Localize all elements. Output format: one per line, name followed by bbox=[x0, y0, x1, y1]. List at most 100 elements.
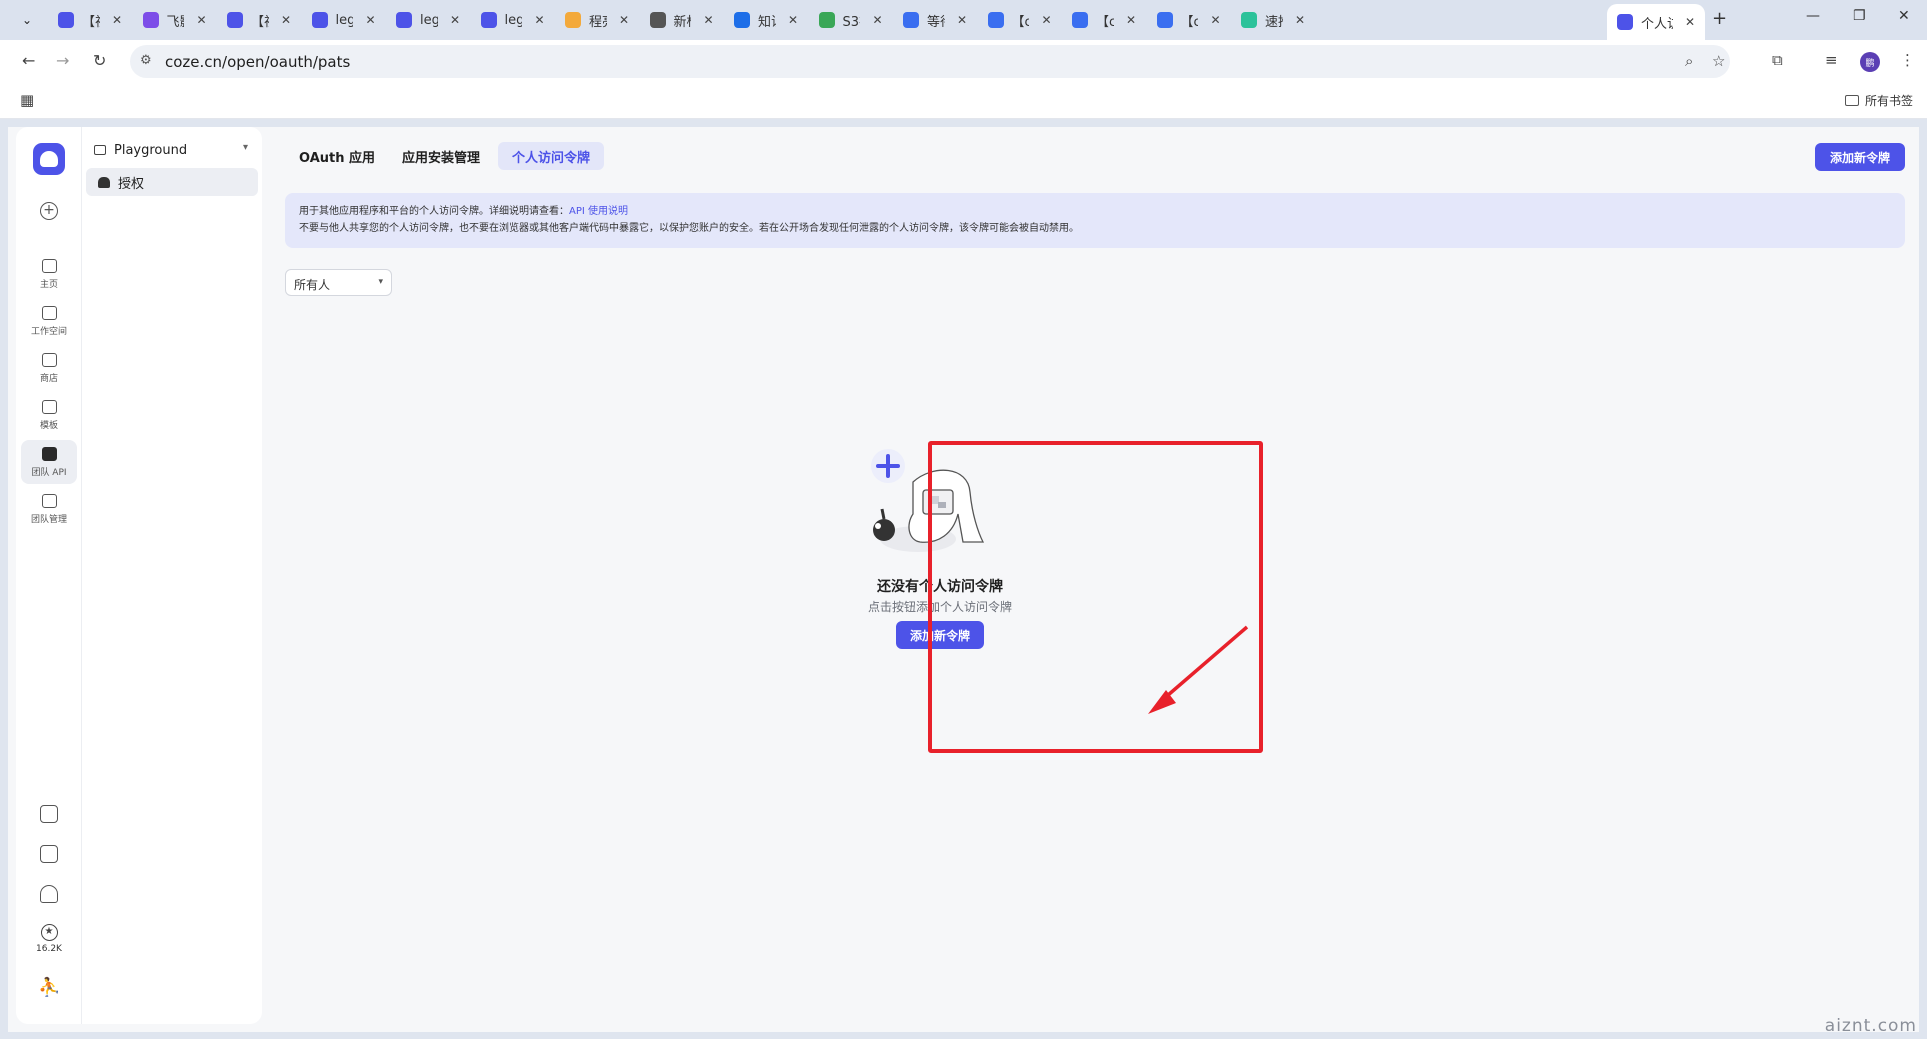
workspace-icon bbox=[41, 305, 57, 320]
browser-tab[interactable]: legen ✕ bbox=[302, 6, 386, 34]
coze-logo[interactable] bbox=[33, 143, 65, 175]
back-icon[interactable]: ← bbox=[22, 51, 35, 70]
browser-tab[interactable]: S3视频 ✕ bbox=[809, 6, 893, 34]
rail-item-home[interactable]: 主页 bbox=[21, 252, 77, 296]
highlight-box bbox=[928, 441, 1263, 753]
apps-icon[interactable] bbox=[40, 805, 58, 823]
rail-item-store[interactable]: 商店 bbox=[21, 346, 77, 390]
tab-title: 等待状 bbox=[927, 14, 945, 30]
close-tab-icon[interactable]: ✕ bbox=[1295, 13, 1305, 27]
browser-tab[interactable]: 【coz ✕ bbox=[978, 6, 1062, 34]
tab-title: 知识库 bbox=[758, 14, 776, 30]
rail-item-workspace[interactable]: 工作空间 bbox=[21, 299, 77, 343]
tab-favicon-icon bbox=[396, 12, 412, 28]
media-control-icon[interactable]: ≡ bbox=[1825, 51, 1838, 69]
owner-filter-value: 所有人 bbox=[294, 278, 331, 292]
tab-favicon-icon bbox=[734, 12, 750, 28]
bell-icon[interactable] bbox=[40, 885, 58, 903]
tab-app-install-management[interactable]: 应用安装管理 bbox=[388, 142, 494, 170]
restore-icon[interactable]: ❐ bbox=[1853, 8, 1866, 24]
watermark: aiznt.com bbox=[1824, 1016, 1917, 1036]
minimize-icon[interactable]: — bbox=[1806, 8, 1820, 24]
tab-personal-access-tokens[interactable]: 个人访问令牌 bbox=[498, 142, 605, 170]
store-icon bbox=[41, 352, 57, 367]
info-banner: 用于其他应用程序和平台的个人访问令牌。详细说明请查看：API 使用说明 不要与他… bbox=[285, 193, 1905, 248]
browser-tab[interactable]: 程亮A ✕ bbox=[555, 6, 639, 34]
close-tab-icon[interactable]: ✕ bbox=[365, 13, 375, 27]
tab-oauth-apps[interactable]: OAuth 应用 bbox=[285, 142, 389, 170]
owner-filter-select[interactable]: 所有人 ▾ bbox=[285, 269, 392, 296]
close-tab-icon[interactable]: ✕ bbox=[1126, 13, 1136, 27]
tab-favicon-icon bbox=[565, 12, 581, 28]
tab-favicon-icon bbox=[649, 12, 666, 28]
rail-item-templates[interactable]: 模板 bbox=[21, 393, 77, 437]
sub-navigation: Playground ▾ 授权 bbox=[82, 127, 262, 1024]
rail-label: 团队 API bbox=[31, 467, 67, 478]
subnav-item-authorization[interactable]: 授权 bbox=[86, 168, 258, 196]
browser-tab[interactable]: 速推A ✕ bbox=[1231, 6, 1315, 34]
browser-tab[interactable]: 【视频 ✕ bbox=[48, 6, 132, 34]
browser-tab[interactable]: 飞影数 ✕ bbox=[133, 6, 217, 34]
template-icon bbox=[41, 399, 57, 414]
tab-title: 【视频 bbox=[82, 14, 100, 30]
address-bar[interactable]: ⚙ coze.cn/open/oauth/pats ⌕ ☆ bbox=[130, 45, 1730, 78]
close-tab-icon[interactable]: ✕ bbox=[872, 13, 882, 27]
browser-tab[interactable]: 等待状 ✕ bbox=[893, 6, 977, 34]
tab-favicon-icon bbox=[142, 12, 159, 28]
team-management-icon bbox=[41, 493, 57, 508]
reload-icon[interactable]: ↻ bbox=[93, 51, 106, 70]
tab-search-chevron-icon[interactable]: ⌄ bbox=[14, 9, 40, 31]
docs-icon[interactable] bbox=[40, 845, 58, 863]
profile-avatar[interactable]: 鹏 bbox=[1860, 52, 1880, 72]
close-tab-icon[interactable]: ✕ bbox=[112, 13, 122, 27]
close-tab-icon[interactable]: ✕ bbox=[281, 13, 291, 27]
browser-tab[interactable]: legen ✕ bbox=[471, 6, 555, 34]
close-tab-icon[interactable]: ✕ bbox=[619, 13, 629, 27]
close-tab-icon[interactable]: ✕ bbox=[788, 13, 798, 27]
tab-favicon-icon bbox=[480, 12, 497, 28]
rail-label: 模板 bbox=[39, 420, 58, 431]
close-tab-icon[interactable]: ✕ bbox=[196, 13, 206, 27]
tab-active[interactable]: 个人访 ✕ bbox=[1607, 4, 1705, 40]
add-token-button[interactable]: 添加新令牌 bbox=[1815, 143, 1905, 171]
new-tab-button[interactable]: + bbox=[1712, 8, 1727, 29]
forward-icon[interactable]: → bbox=[56, 51, 69, 70]
browser-tab[interactable]: legen ✕ bbox=[386, 6, 470, 34]
browser-tab[interactable]: 【coz ✕ bbox=[1062, 6, 1146, 34]
rail-label: 工作空间 bbox=[30, 326, 67, 337]
all-bookmarks-button[interactable]: 所有书签 bbox=[1844, 92, 1913, 109]
rail-item-team-management[interactable]: 团队管理 bbox=[21, 487, 77, 531]
star-count: 16.2K bbox=[36, 944, 62, 954]
tab-title: 【视频 bbox=[251, 14, 269, 30]
close-tab-icon[interactable]: ✕ bbox=[534, 13, 544, 27]
browser-tab[interactable]: 【coz ✕ bbox=[1147, 6, 1231, 34]
api-docs-link[interactable]: API 使用说明 bbox=[569, 206, 628, 217]
tab-title: 个人访 bbox=[1641, 16, 1673, 32]
close-tab-icon[interactable]: ✕ bbox=[703, 13, 713, 27]
folder-icon bbox=[1844, 95, 1859, 106]
left-rail: + 主页 工作空间 商店 模板 团队 API 团队管理 ★ 16.2K ⛹ bbox=[16, 127, 82, 1024]
close-tab-icon[interactable]: ✕ bbox=[1210, 13, 1220, 27]
close-tab-icon[interactable]: ✕ bbox=[957, 13, 967, 27]
notice-text: 用于其他应用程序和平台的个人访问令牌。详细说明请查看： bbox=[299, 206, 569, 217]
close-window-icon[interactable]: ✕ bbox=[1898, 8, 1910, 24]
apps-grid-icon[interactable]: ▦ bbox=[20, 91, 34, 109]
close-tab-icon[interactable]: ✕ bbox=[1685, 15, 1695, 29]
close-tab-icon[interactable]: ✕ bbox=[450, 13, 460, 27]
playground-menu[interactable]: Playground ▾ bbox=[94, 139, 254, 161]
rail-item-team-api[interactable]: 团队 API bbox=[21, 440, 77, 484]
site-info-icon[interactable]: ⚙ bbox=[140, 53, 152, 68]
bookmark-star-icon[interactable]: ☆ bbox=[1712, 52, 1725, 70]
close-tab-icon[interactable]: ✕ bbox=[1041, 13, 1051, 27]
authorization-label: 授权 bbox=[118, 176, 145, 192]
extensions-icon[interactable]: ⧉ bbox=[1772, 51, 1783, 69]
browser-tab[interactable]: 知识库 ✕ bbox=[724, 6, 808, 34]
browser-tab[interactable]: 【视频 ✕ bbox=[217, 6, 301, 34]
user-avatar-icon[interactable]: ⛹ bbox=[38, 977, 60, 998]
url-text[interactable]: coze.cn/open/oauth/pats bbox=[165, 53, 350, 71]
github-star[interactable]: ★ 16.2K bbox=[31, 924, 67, 954]
zoom-icon[interactable]: ⌕ bbox=[1685, 52, 1693, 70]
more-menu-icon[interactable]: ⋮ bbox=[1900, 51, 1915, 69]
browser-tab[interactable]: 新标签 ✕ bbox=[640, 6, 724, 34]
create-add-icon[interactable]: + bbox=[40, 202, 58, 220]
